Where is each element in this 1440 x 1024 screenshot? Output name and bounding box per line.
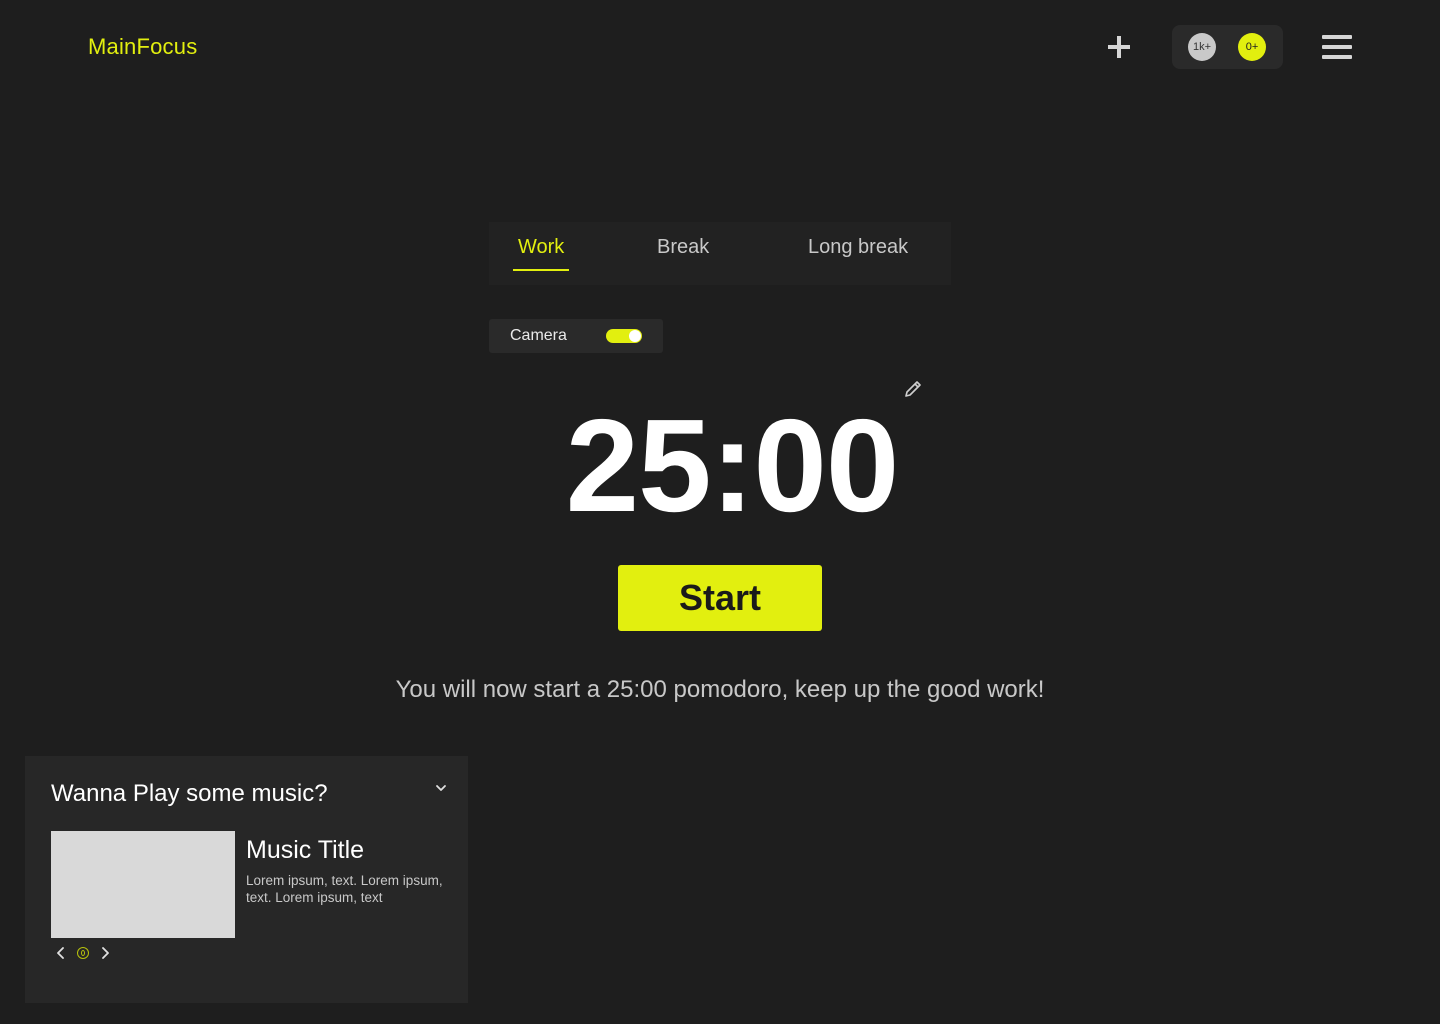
tab-long-break[interactable]: Long break [808, 236, 908, 269]
menu-line [1322, 35, 1352, 39]
tab-break[interactable]: Break [657, 236, 709, 269]
stat-badge-total[interactable]: 1k+ [1188, 33, 1216, 61]
music-heading: Wanna Play some music? [51, 780, 328, 807]
camera-label: Camera [510, 327, 567, 344]
app-logo[interactable]: MainFocus [88, 34, 197, 60]
menu-line [1322, 45, 1352, 49]
carousel-dot-icon[interactable] [77, 947, 89, 959]
plus-icon [1108, 36, 1130, 58]
toggle-knob [629, 330, 641, 342]
camera-setting: Camera [489, 319, 663, 353]
hamburger-menu-icon[interactable] [1322, 35, 1352, 59]
music-thumbnail[interactable] [51, 831, 235, 938]
collapse-button[interactable] [433, 780, 449, 796]
start-button[interactable]: Start [618, 565, 822, 631]
carousel-controls [55, 945, 111, 961]
chevron-left-icon [57, 947, 64, 959]
camera-toggle[interactable] [606, 329, 642, 343]
status-message: You will now start a 25:00 pomodoro, kee… [395, 676, 1045, 703]
stat-badge-today[interactable]: 0+ [1238, 33, 1266, 61]
tab-work[interactable]: Work [513, 236, 570, 271]
previous-button[interactable] [55, 945, 67, 961]
pomodoro-page: MainFocus 1k+ 0+ Work Break Long break C… [0, 0, 1440, 1024]
music-title: Music Title [246, 836, 365, 864]
music-description: Lorem ipsum, text. Lorem ipsum, text. Lo… [246, 873, 443, 905]
add-button[interactable] [1104, 32, 1134, 62]
mode-tabs: Work Break Long break [489, 222, 951, 285]
stats-pill: 1k+ 0+ [1172, 25, 1283, 69]
chevron-down-icon [436, 785, 446, 791]
chevron-right-icon [102, 947, 109, 959]
timer-display: 25:00 [565, 392, 900, 539]
next-button[interactable] [99, 945, 111, 961]
menu-line [1322, 55, 1352, 59]
music-panel: Wanna Play some music? Music Title Lorem… [25, 756, 468, 1003]
